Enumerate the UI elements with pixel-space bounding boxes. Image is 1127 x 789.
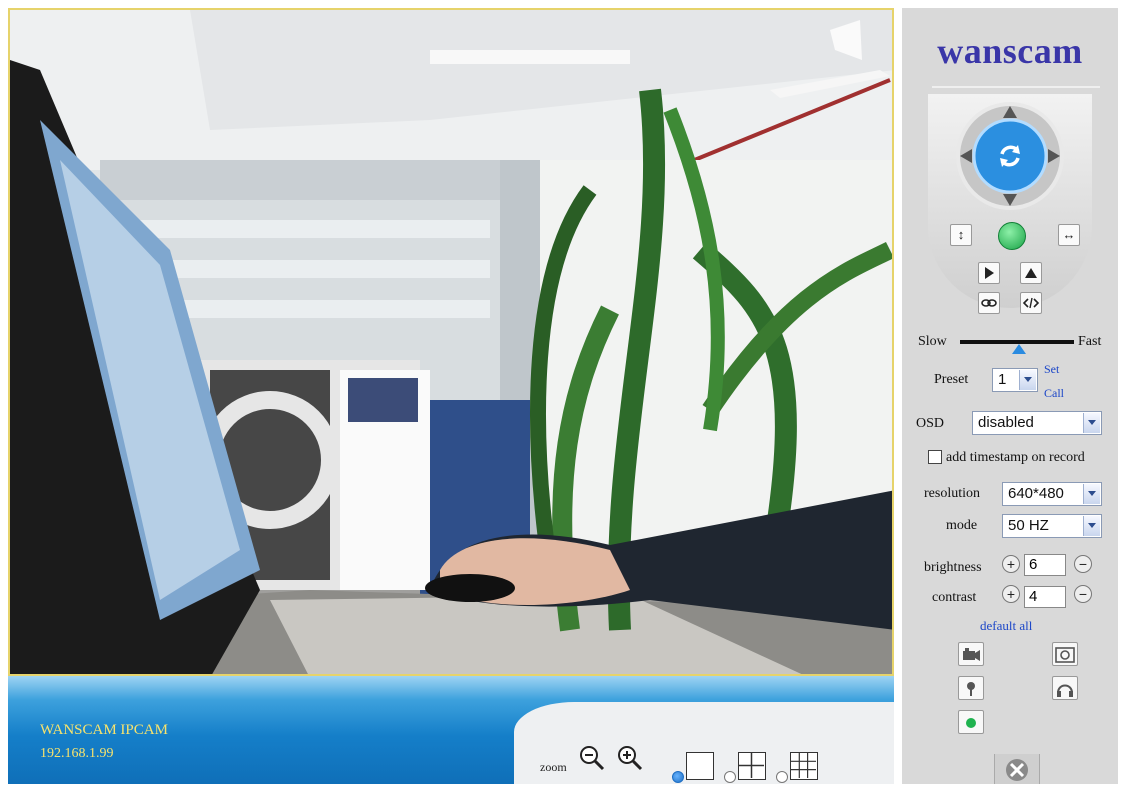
- settings-tools-icon: [1006, 759, 1028, 781]
- osd-value: disabled: [978, 414, 1034, 431]
- arrow-down-icon[interactable]: [1002, 192, 1018, 208]
- audio-icon[interactable]: [1052, 676, 1078, 700]
- arrow-up-icon[interactable]: [1002, 104, 1018, 120]
- layout-1-radio[interactable]: [672, 771, 684, 783]
- layout-9-radio[interactable]: [776, 771, 788, 783]
- speed-slow-label: Slow: [918, 334, 947, 349]
- center-refresh-icon[interactable]: [990, 136, 1030, 176]
- divider: [932, 86, 1100, 88]
- preset-set-link[interactable]: Set: [1044, 362, 1059, 377]
- layout-4-radio[interactable]: [724, 771, 736, 783]
- chevron-down-icon: [1019, 370, 1036, 390]
- record-video-icon[interactable]: [958, 642, 984, 666]
- brightness-label: brightness: [924, 560, 982, 575]
- io-off-icon[interactable]: [1020, 292, 1042, 314]
- preset-select[interactable]: 1: [992, 368, 1038, 392]
- brightness-input[interactable]: 6: [1024, 554, 1066, 576]
- bottom-status-bar: WANSCAM IPCAM 192.168.1.99 zoom: [8, 676, 894, 784]
- timestamp-label: add timestamp on record: [946, 450, 1085, 465]
- zoom-in-icon[interactable]: [616, 744, 644, 772]
- zoom-layout-panel: zoom: [514, 702, 894, 784]
- control-panel: wanscam ↕ ↔ Slow Fast Preset 1 Set Call …: [902, 8, 1118, 784]
- camera-ip: 192.168.1.99: [40, 746, 114, 761]
- arrow-right-icon[interactable]: [1046, 148, 1062, 164]
- snapshot-icon[interactable]: [1052, 642, 1078, 666]
- io-on-icon[interactable]: [978, 292, 1000, 314]
- alarm-indicator-icon[interactable]: [958, 710, 984, 734]
- chevron-down-icon: [1083, 484, 1100, 504]
- settings-tab[interactable]: [994, 754, 1040, 784]
- osd-label: OSD: [916, 416, 945, 431]
- vertical-patrol-icon[interactable]: ↕: [950, 224, 972, 246]
- mode-value: 50 HZ: [1008, 517, 1049, 534]
- osd-select[interactable]: disabled: [972, 411, 1102, 435]
- camera-image: [10, 10, 892, 674]
- mode-label: mode: [946, 518, 978, 533]
- flip-horizontal-icon[interactable]: [978, 262, 1000, 284]
- timestamp-checkbox[interactable]: [928, 450, 942, 464]
- layout-3x3-icon[interactable]: [790, 752, 818, 780]
- resolution-label: resolution: [924, 486, 980, 501]
- camera-name: WANSCAM IPCAM: [40, 722, 168, 738]
- zoom-label: zoom: [540, 760, 567, 774]
- contrast-plus-button[interactable]: +: [1002, 585, 1020, 603]
- talk-icon[interactable]: [958, 676, 984, 700]
- speed-fast-label: Fast: [1078, 334, 1102, 349]
- horizontal-patrol-icon[interactable]: ↔: [1058, 224, 1080, 246]
- mode-select[interactable]: 50 HZ: [1002, 514, 1102, 538]
- contrast-input[interactable]: 4: [1024, 586, 1066, 608]
- preset-value: 1: [998, 371, 1007, 388]
- flip-vertical-icon[interactable]: [1020, 262, 1042, 284]
- contrast-label: contrast: [932, 590, 977, 605]
- layout-2x2-icon[interactable]: [738, 752, 766, 780]
- layout-1x1-icon[interactable]: [686, 752, 714, 780]
- chevron-down-icon: [1083, 516, 1100, 536]
- brand-logo: wanscam: [937, 31, 1083, 71]
- status-indicator: [998, 222, 1026, 250]
- video-feed: [8, 8, 894, 676]
- chevron-down-icon: [1083, 413, 1100, 433]
- zoom-out-icon[interactable]: [578, 744, 606, 772]
- brightness-plus-button[interactable]: +: [1002, 555, 1020, 573]
- preset-label: Preset: [934, 372, 969, 387]
- brightness-minus-button[interactable]: −: [1074, 555, 1092, 573]
- default-all-link[interactable]: default all: [980, 618, 1032, 634]
- contrast-minus-button[interactable]: −: [1074, 585, 1092, 603]
- arrow-left-icon[interactable]: [958, 148, 974, 164]
- resolution-value: 640*480: [1008, 485, 1064, 502]
- speed-slider-thumb[interactable]: [1012, 344, 1026, 354]
- preset-call-link[interactable]: Call: [1044, 386, 1064, 401]
- ptz-control: ↕ ↔: [928, 94, 1092, 314]
- resolution-select[interactable]: 640*480: [1002, 482, 1102, 506]
